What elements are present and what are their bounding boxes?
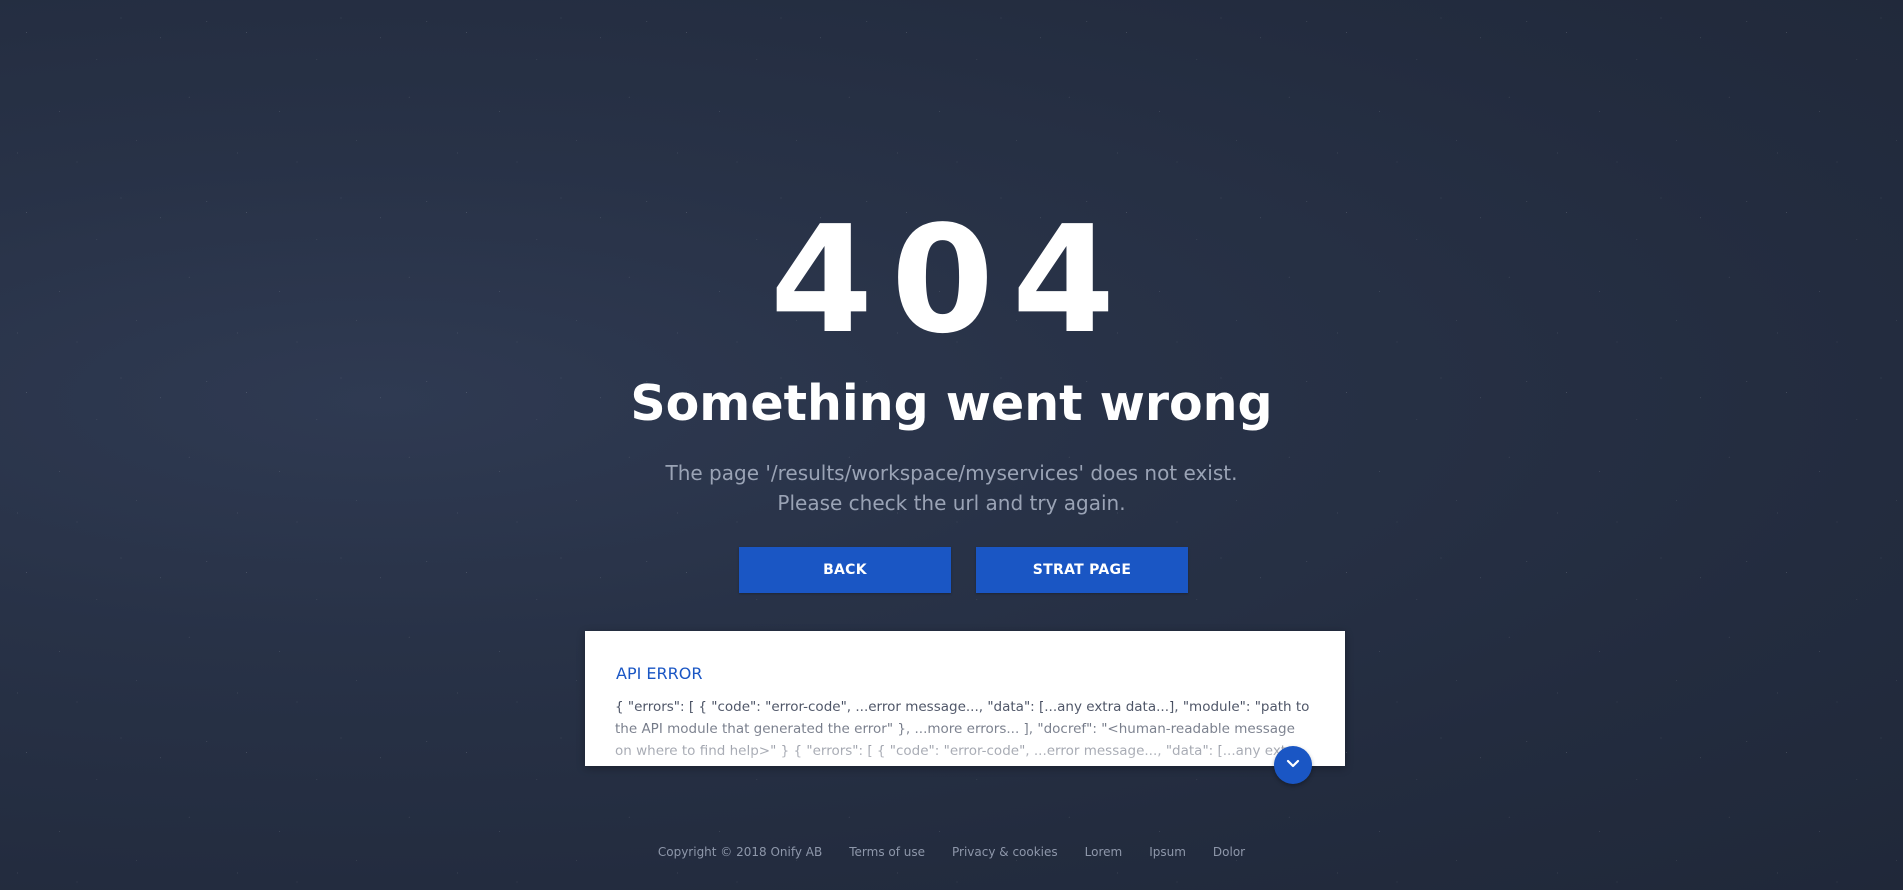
error-message-line-2: Please check the url and try again. — [777, 491, 1126, 515]
api-error-panel: API ERROR { "errors": [ { "code": "error… — [585, 631, 1345, 766]
footer-link-lorem[interactable]: Lorem — [1085, 845, 1123, 859]
expand-api-error-button[interactable] — [1274, 746, 1312, 784]
footer-link-privacy[interactable]: Privacy & cookies — [952, 845, 1058, 859]
back-button[interactable]: BACK — [739, 547, 951, 593]
footer: Copyright © 2018 Onify AB Terms of use P… — [0, 845, 1903, 859]
footer-link-terms[interactable]: Terms of use — [849, 845, 925, 859]
error-message-line-1: The page '/results/workspace/myservices'… — [665, 461, 1238, 485]
footer-copyright: Copyright © 2018 Onify AB — [657, 845, 823, 859]
api-error-body: { "errors": [ { "code": "error-code", ..… — [615, 699, 1310, 766]
api-error-title: API ERROR — [616, 664, 703, 683]
error-headline: Something went wrong — [630, 375, 1273, 432]
action-buttons: BACK STRAT PAGE — [739, 547, 1188, 593]
error-message: The page '/results/workspace/myservices'… — [0, 458, 1903, 518]
footer-link-dolor[interactable]: Dolor — [1213, 845, 1245, 859]
error-page: 404 Something went wrong The page '/resu… — [0, 0, 1903, 890]
footer-link-ipsum[interactable]: Ipsum — [1149, 845, 1186, 859]
chevron-down-icon — [1286, 756, 1300, 774]
start-page-button[interactable]: STRAT PAGE — [976, 547, 1188, 593]
error-code: 404 — [770, 194, 1133, 366]
